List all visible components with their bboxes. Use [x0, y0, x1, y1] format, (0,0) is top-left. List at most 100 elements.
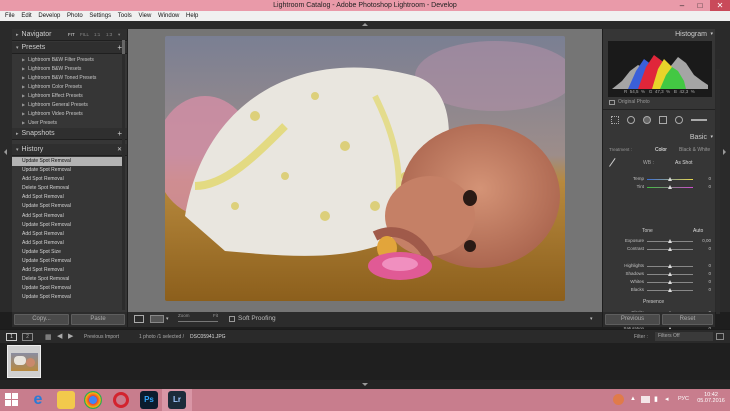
preset-folder[interactable]: ▶ Lightroom B&W Filter Presets: [12, 55, 127, 64]
preset-folder[interactable]: ▶ Lightroom Effect Presets: [12, 91, 127, 100]
menu-settings[interactable]: Settings: [89, 11, 111, 21]
scroll-thumb[interactable]: [122, 40, 125, 54]
slider-value[interactable]: 0: [708, 245, 711, 253]
slider-value[interactable]: 0: [708, 286, 711, 294]
history-item[interactable]: Update Spot Removal: [12, 284, 124, 293]
tray-app-icon[interactable]: [613, 394, 624, 405]
slider-value[interactable]: 0,00: [702, 237, 711, 245]
copy-button[interactable]: Copy...: [14, 314, 69, 325]
close-button[interactable]: ✕: [710, 0, 730, 11]
menu-develop[interactable]: Develop: [38, 11, 60, 21]
history-item[interactable]: Update Spot Removal: [12, 157, 124, 167]
presets-header[interactable]: ▾ Presets +: [12, 42, 127, 54]
collapse-triangle-icon[interactable]: ▾: [710, 132, 713, 143]
slider-temp[interactable]: Temp 0: [603, 175, 715, 183]
slider-knob[interactable]: [667, 176, 672, 181]
minimize-button[interactable]: –: [674, 0, 690, 11]
filter-lock-icon[interactable]: [716, 333, 724, 340]
file-explorer-icon[interactable]: [57, 391, 75, 409]
volume-icon[interactable]: ◂: [665, 395, 669, 403]
zoom-dropdown-icon[interactable]: ▾: [118, 29, 120, 41]
collapse-triangle-icon[interactable]: ▾: [710, 29, 713, 40]
menu-view[interactable]: View: [138, 11, 151, 21]
clock[interactable]: 10:42 05.07.2016: [697, 392, 725, 404]
slider-exposure[interactable]: Exposure 0,00: [603, 237, 715, 245]
compare-view-icon[interactable]: [150, 315, 164, 323]
filmstrip-thumbnail[interactable]: [7, 345, 41, 378]
slider-knob[interactable]: [667, 271, 672, 276]
chevron-right-icon[interactable]: [723, 149, 726, 155]
soft-proofing-checkbox[interactable]: [229, 316, 235, 322]
radial-filter-icon[interactable]: [675, 116, 683, 124]
screen-2-button[interactable]: 2: [22, 333, 33, 341]
compare-dropdown-icon[interactable]: ▾: [166, 316, 169, 322]
history-item[interactable]: Add Spot Removal: [12, 230, 124, 239]
basic-header[interactable]: Basic ▾: [603, 132, 715, 143]
filename-dropdown[interactable]: DSC05941.JPG: [190, 334, 226, 340]
preset-folder[interactable]: ▶ Lightroom B&W Presets: [12, 64, 127, 73]
wb-dropdown[interactable]: As Shot: [675, 160, 693, 166]
eyedropper-icon[interactable]: [609, 158, 623, 172]
brush-slider-icon[interactable]: [691, 119, 707, 121]
auto-tone-button[interactable]: Auto: [693, 228, 703, 234]
checkbox-icon[interactable]: [609, 100, 615, 105]
paste-button[interactable]: Paste: [71, 314, 125, 325]
slider-value[interactable]: 0: [708, 278, 711, 286]
photoshop-icon[interactable]: Ps: [140, 391, 158, 409]
slider-value[interactable]: 0: [708, 270, 711, 278]
snapshots-header[interactable]: ▸ Snapshots +: [12, 128, 127, 140]
spot-removal-icon[interactable]: [627, 116, 635, 124]
left-panel-edge[interactable]: [0, 29, 12, 312]
preset-folder[interactable]: ▶ Lightroom General Presets: [12, 100, 127, 109]
histogram-graph[interactable]: R 54,5 % G 47,3 % B 42,3 %: [608, 41, 712, 97]
graduated-filter-icon[interactable]: [659, 116, 667, 124]
history-item[interactable]: Delete Spot Removal: [12, 275, 124, 284]
navigator-header[interactable]: ▸ Navigator FIT FILL 1:1 1:3 ▾: [12, 29, 127, 41]
top-panel-toggle[interactable]: [0, 21, 730, 29]
battery-icon[interactable]: [641, 396, 650, 403]
windows-start-icon[interactable]: [5, 393, 19, 407]
zoom-slider[interactable]: [178, 321, 218, 322]
zoom-1-1[interactable]: 1:1: [94, 29, 100, 41]
opera-icon[interactable]: [113, 392, 129, 408]
treatment-bw[interactable]: Black & White: [679, 147, 710, 153]
slider-knob[interactable]: [667, 263, 672, 268]
forward-arrow-icon[interactable]: ▶: [68, 332, 73, 340]
chevron-up-icon[interactable]: [362, 23, 368, 26]
treatment-color[interactable]: Color: [655, 147, 667, 153]
chrome-icon[interactable]: [84, 391, 102, 409]
menu-edit[interactable]: Edit: [21, 11, 31, 21]
history-header[interactable]: ▾ History ✕: [12, 144, 127, 156]
previous-import-label[interactable]: Previous Import: [84, 334, 119, 340]
slider-whites[interactable]: Whites 0: [603, 278, 715, 286]
menu-help[interactable]: Help: [186, 11, 198, 21]
preset-folder[interactable]: ▶ Lightroom B&W Toned Presets: [12, 73, 127, 82]
menu-file[interactable]: File: [5, 11, 15, 21]
slider-tint[interactable]: Tint 0: [603, 183, 715, 191]
slider-value[interactable]: 0: [708, 183, 711, 191]
bottom-panel-toggle[interactable]: [0, 380, 730, 389]
toolbar-dropdown-icon[interactable]: ▾: [590, 316, 593, 322]
menu-photo[interactable]: Photo: [67, 11, 83, 21]
left-scrollbar[interactable]: [122, 40, 125, 310]
network-icon[interactable]: ▮: [654, 395, 658, 403]
chevron-down-icon[interactable]: [362, 383, 368, 386]
crop-icon[interactable]: [611, 116, 619, 124]
history-item[interactable]: Update Spot Removal: [12, 293, 124, 302]
history-item[interactable]: Add Spot Removal: [12, 266, 124, 275]
history-item[interactable]: Add Spot Removal: [12, 212, 124, 221]
right-scrollbar[interactable]: [716, 69, 720, 314]
menu-window[interactable]: Window: [158, 11, 179, 21]
slider-knob[interactable]: [667, 279, 672, 284]
maximize-button[interactable]: □: [692, 0, 708, 11]
reset-button[interactable]: Reset: [662, 314, 713, 325]
chevron-left-icon[interactable]: [4, 149, 7, 155]
slider-highlights[interactable]: Highlights 0: [603, 262, 715, 270]
screen-1-button[interactable]: 1: [6, 333, 17, 341]
history-item[interactable]: Add Spot Removal: [12, 193, 124, 202]
preset-folder[interactable]: ▶ Lightroom Video Presets: [12, 109, 127, 118]
slider-knob[interactable]: [667, 287, 672, 292]
back-arrow-icon[interactable]: ◀: [57, 332, 62, 340]
history-item[interactable]: Add Spot Removal: [12, 239, 124, 248]
zoom-1-3[interactable]: 1:3: [106, 29, 112, 41]
